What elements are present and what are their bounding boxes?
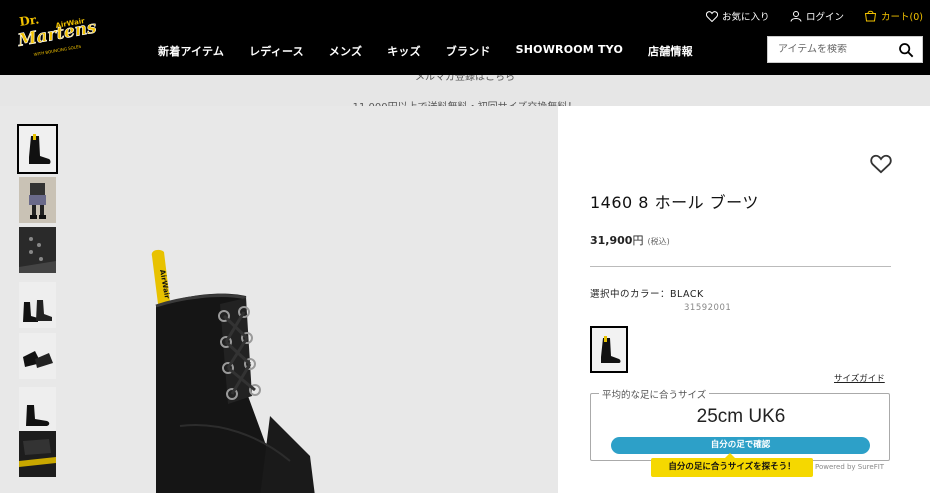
newsletter-link[interactable]: メルマガ登録はこちら <box>0 75 930 83</box>
nav-mens[interactable]: メンズ <box>329 43 362 59</box>
powered-by-surefit: Powered by SureFIT <box>815 463 885 471</box>
login-link[interactable]: ログイン <box>790 9 844 23</box>
fit-recommendation-box: 平均的な足に合うサイズ 25cm UK6 自分の足で確認 <box>590 387 890 461</box>
product-price: 31,900円 (税込) <box>590 232 670 248</box>
size-guide-link[interactable]: サイズガイド <box>834 372 885 384</box>
nav-kids[interactable]: キッズ <box>387 43 421 59</box>
login-label: ログイン <box>806 12 845 23</box>
thumbnail-3[interactable] <box>19 227 56 273</box>
product-title: 1460 8 ホール ブーツ <box>590 193 759 212</box>
thumbnail-5[interactable] <box>19 333 56 379</box>
thumbnail-4[interactable] <box>19 282 56 328</box>
favorite-heart-icon[interactable] <box>870 154 892 174</box>
brand-logo[interactable]: Dr. Martens AirWair WITH BOUNCING SOLES <box>16 12 100 60</box>
tax-note: (税込) <box>647 237 670 246</box>
search-input[interactable] <box>778 44 900 55</box>
thumbnail-2[interactable] <box>19 177 56 223</box>
color-swatch-black[interactable] <box>590 326 628 373</box>
site-header: Dr. Martens AirWair WITH BOUNCING SOLES … <box>0 0 930 75</box>
check-my-fit-button[interactable]: 自分の足で確認 <box>611 437 870 454</box>
nav-ladies[interactable]: レディース <box>249 43 304 59</box>
recommended-size: 25cm UK6 <box>696 406 786 427</box>
product-panel: 1460 8 ホール ブーツ 31,900円 (税込) 選択中のカラー：BLACK… <box>558 106 930 493</box>
search-box <box>767 36 923 63</box>
product-gallery: AirWair <box>0 106 558 493</box>
shipping-notice: 11,000円以上で送料無料・初回サイズ交換無料！ <box>0 98 930 106</box>
main-nav: 新着アイテム レディース メンズ キッズ ブランド SHOWROOM TYO 店… <box>158 43 718 59</box>
svg-text:Dr.: Dr. <box>18 12 40 29</box>
heart-icon <box>706 10 718 22</box>
price-value: 31,900 <box>590 234 633 247</box>
search-icon[interactable] <box>898 42 914 58</box>
wishlist-label: お気に入り <box>722 12 770 23</box>
main-product-image: AirWair <box>151 249 315 493</box>
thumbnail-7[interactable] <box>19 431 56 477</box>
cart-label: カート(0) <box>881 12 923 23</box>
thumbnail-6[interactable] <box>19 387 56 433</box>
fit-tooltip: 自分の足に合うサイズを探そう！ <box>651 453 813 477</box>
user-icon <box>790 11 802 22</box>
fit-legend: 平均的な足に合うサイズ <box>599 387 710 401</box>
nav-new-arrivals[interactable]: 新着アイテム <box>158 43 224 59</box>
nav-brand[interactable]: ブランド <box>446 43 491 59</box>
cart-link[interactable]: カート(0) <box>864 9 923 23</box>
wishlist-link[interactable]: お気に入り <box>706 9 770 23</box>
nav-showroom[interactable]: SHOWROOM TYO <box>516 43 623 59</box>
divider <box>590 266 891 267</box>
thumbnail-1[interactable] <box>17 124 58 174</box>
cart-icon <box>864 10 877 22</box>
selected-color-label: 選択中のカラー：BLACK <box>590 289 704 300</box>
announcement-bar: メルマガ登録はこちら 11,000円以上で送料無料・初回サイズ交換無料！ <box>0 75 930 106</box>
price-unit: 円 <box>632 234 644 247</box>
product-sku: 31592001 <box>684 303 732 313</box>
nav-stores[interactable]: 店舗情報 <box>648 43 693 59</box>
